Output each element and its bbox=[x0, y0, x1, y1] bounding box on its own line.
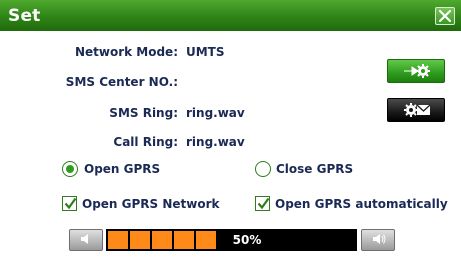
settings-button[interactable] bbox=[387, 59, 445, 83]
call-ring-value[interactable]: ring.wav bbox=[186, 135, 245, 149]
volume-segment bbox=[108, 231, 130, 249]
volume-fill bbox=[108, 231, 218, 249]
volume-down-button[interactable] bbox=[69, 229, 103, 251]
volume-bar[interactable]: 50% bbox=[106, 229, 357, 251]
open-gprs-network-label[interactable]: Open GPRS Network bbox=[82, 197, 220, 211]
open-gprs-label[interactable]: Open GPRS bbox=[84, 162, 160, 176]
volume-control: 50% bbox=[69, 229, 395, 251]
checkmark-icon bbox=[64, 197, 77, 210]
close-gprs-label[interactable]: Close GPRS bbox=[276, 162, 353, 176]
message-settings-button[interactable] bbox=[387, 98, 445, 122]
open-gprs-auto-checkbox[interactable] bbox=[255, 196, 270, 211]
open-gprs-radio[interactable] bbox=[62, 161, 78, 177]
network-mode-value: UMTS bbox=[186, 45, 225, 59]
checkmark-icon bbox=[257, 197, 270, 210]
volume-segment bbox=[130, 231, 152, 249]
sms-ring-value[interactable]: ring.wav bbox=[186, 106, 245, 120]
settings-window: Set Network Mode: UMTS SMS Center NO.: S… bbox=[0, 0, 461, 264]
title-bar: Set bbox=[0, 0, 461, 31]
sms-ring-label: SMS Ring: bbox=[109, 106, 178, 120]
network-mode-label: Network Mode: bbox=[74, 45, 178, 59]
volume-level-text: 50% bbox=[232, 233, 262, 247]
close-gprs-radio[interactable] bbox=[255, 161, 271, 177]
sms-center-label: SMS Center NO.: bbox=[65, 75, 178, 89]
open-gprs-network-checkbox[interactable] bbox=[62, 196, 77, 211]
gear-icon bbox=[404, 64, 430, 78]
close-icon bbox=[438, 9, 452, 23]
envelope-gear-icon bbox=[404, 103, 431, 117]
volume-up-button[interactable] bbox=[361, 229, 395, 251]
open-gprs-auto-label[interactable]: Open GPRS automatically bbox=[275, 197, 448, 211]
close-button[interactable] bbox=[435, 7, 455, 25]
volume-segment bbox=[152, 231, 174, 249]
speaker-high-icon bbox=[373, 234, 386, 244]
volume-segment bbox=[174, 231, 196, 249]
window-title: Set bbox=[8, 6, 41, 26]
call-ring-label: Call Ring: bbox=[113, 135, 178, 149]
radio-selected-dot bbox=[66, 165, 74, 173]
speaker-low-icon bbox=[81, 234, 88, 244]
